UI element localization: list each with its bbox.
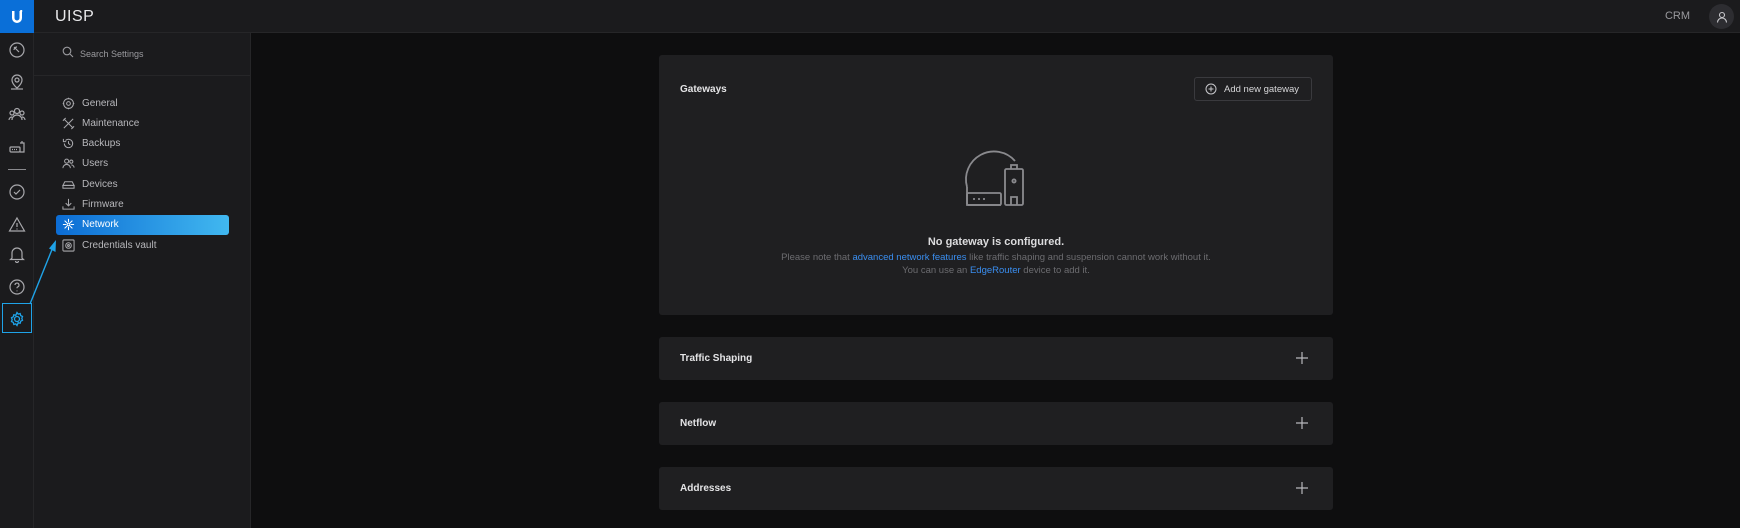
sidebar-item-label: Network [82,219,119,231]
plus-circle-icon [1205,83,1217,95]
sidebar-item-general[interactable]: General [56,93,229,113]
ui-logo-icon[interactable] [0,0,34,33]
alerts-icon[interactable] [5,213,29,237]
sidebar-item-label: General [82,97,118,109]
tools-icon [61,116,75,130]
devices-icon[interactable] [5,135,29,159]
sidebar-item-label: Users [82,158,109,170]
traffic-shaping-title: Traffic Shaping [680,353,753,364]
settings-menu: General Maintenance Backups Users Device… [56,93,229,255]
netflow-title: Netflow [680,418,717,429]
top-bar: UISP CRM [34,0,1740,33]
dashboard-icon[interactable] [5,38,29,62]
user-avatar-icon[interactable] [1709,4,1734,29]
settings-sidebar: General Maintenance Backups Users Device… [34,33,251,528]
sidebar-item-devices[interactable]: Devices [56,174,229,194]
gateway-router-icon [963,149,1029,218]
crm-link[interactable]: CRM [1665,10,1690,22]
app-brand[interactable]: UISP [55,8,94,26]
vault-icon [61,238,75,252]
nav-rail [0,0,34,528]
sidebar-item-label: Devices [82,178,118,190]
gateways-card: Gateways Add new gateway No gateway is c… [659,55,1333,315]
add-new-gateway-label: Add new gateway [1224,83,1299,95]
expand-plus-icon[interactable] [1295,351,1309,365]
clients-icon[interactable] [5,102,29,126]
search-icon [62,45,74,63]
expand-plus-icon[interactable] [1295,481,1309,495]
sidebar-item-label: Maintenance [82,117,140,129]
sidebar-item-firmware[interactable]: Firmware [56,194,229,214]
sidebar-item-users[interactable]: Users [56,154,229,174]
help-icon[interactable] [5,275,29,299]
users-icon [61,157,75,171]
expand-plus-icon[interactable] [1295,416,1309,430]
notifications-icon[interactable] [5,242,29,266]
addresses-section[interactable]: Addresses [659,467,1333,510]
settings-icon[interactable] [5,307,29,331]
sidebar-item-maintenance[interactable]: Maintenance [56,113,229,133]
network-icon [61,218,75,232]
note-suffix: like traffic shaping and suspension cann… [969,252,1211,263]
empty-state-hint: You can use an EdgeRouter device to add … [659,265,1333,276]
search-input[interactable] [80,49,230,59]
settings-search [34,33,250,76]
note-prefix: Please note that [781,252,850,263]
rail-divider [8,169,26,170]
advanced-network-features-link[interactable]: advanced network features [852,252,966,263]
sidebar-item-network[interactable]: Network [56,214,229,235]
addresses-title: Addresses [680,483,732,494]
download-icon [61,197,75,211]
tasks-icon[interactable] [5,180,29,204]
gateways-title: Gateways [680,84,727,95]
edgerouter-link[interactable]: EdgeRouter [970,265,1021,276]
sidebar-item-label: Firmware [82,198,124,210]
netflow-section[interactable]: Netflow [659,402,1333,445]
empty-state-note: Please note that advanced network featur… [659,252,1333,263]
site-icon[interactable] [5,70,29,94]
sidebar-item-label: Credentials vault [82,239,157,251]
history-icon [61,137,75,151]
hint-prefix: You can use an [902,265,968,276]
add-new-gateway-button[interactable]: Add new gateway [1194,77,1312,101]
sidebar-item-credentials-vault[interactable]: Credentials vault [56,235,229,255]
sidebar-item-backups[interactable]: Backups [56,134,229,154]
empty-state-title: No gateway is configured. [927,236,1065,248]
device-icon [61,177,75,191]
gear-icon [61,96,75,110]
traffic-shaping-section[interactable]: Traffic Shaping [659,337,1333,380]
sidebar-item-label: Backups [82,138,121,150]
hint-suffix: device to add it. [1023,265,1090,276]
